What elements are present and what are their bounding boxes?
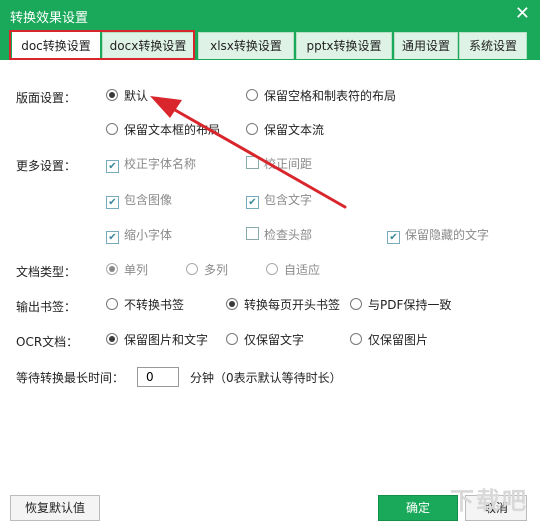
cancel-button[interactable]: 取消 bbox=[465, 495, 527, 521]
close-icon[interactable]: ✕ bbox=[515, 3, 530, 24]
wait-time-input[interactable] bbox=[137, 367, 179, 387]
settings-dialog: 转换效果设置 ✕ doc转换设置 docx转换设置 xlsx转换设置 pptx转… bbox=[0, 0, 540, 530]
shrink-font-checkbox: ✔ 缩小字体 bbox=[106, 227, 172, 244]
check-icon: ✔ bbox=[246, 196, 259, 209]
radio-icon bbox=[266, 263, 278, 275]
checkbox-icon bbox=[246, 156, 259, 169]
dialog-title: 转换效果设置 bbox=[10, 11, 89, 26]
fix-spacing-checkbox: 校正间距 bbox=[246, 156, 312, 172]
tab-docx[interactable]: docx转换设置 bbox=[102, 32, 194, 59]
doc-type-label: 文档类型： bbox=[16, 265, 77, 279]
check-icon: ✔ bbox=[106, 231, 119, 244]
reset-defaults-button[interactable]: 恢复默认值 bbox=[10, 495, 100, 521]
radio-icon bbox=[186, 263, 198, 275]
radio-selected-icon bbox=[106, 333, 118, 345]
wait-time-unit-note: 分钟（0表示默认等待时长） bbox=[190, 371, 342, 385]
bookmarks-pdf-radio[interactable]: 与PDF保持一致 bbox=[350, 297, 451, 313]
radio-selected-icon bbox=[106, 89, 118, 101]
tab-general[interactable]: 通用设置 bbox=[394, 32, 458, 59]
more-settings-label: 更多设置： bbox=[16, 159, 77, 173]
radio-icon bbox=[350, 333, 362, 345]
check-icon: ✔ bbox=[387, 231, 400, 244]
check-icon: ✔ bbox=[106, 160, 119, 173]
ok-button[interactable]: 确定 bbox=[378, 495, 458, 521]
check-icon: ✔ bbox=[106, 196, 119, 209]
radio-icon bbox=[246, 123, 258, 135]
tab-pptx[interactable]: pptx转换设置 bbox=[296, 32, 392, 59]
doc-type-single-radio: 单列 bbox=[106, 262, 148, 278]
include-images-checkbox: ✔ 包含图像 bbox=[106, 192, 172, 209]
radio-selected-icon bbox=[226, 298, 238, 310]
ocr-text-only-radio[interactable]: 仅保留文字 bbox=[226, 332, 304, 348]
ocr-keep-both-radio[interactable]: 保留图片和文字 bbox=[106, 332, 208, 348]
doc-type-multi-radio: 多列 bbox=[186, 262, 228, 278]
checkbox-icon bbox=[246, 227, 259, 240]
tab-xlsx[interactable]: xlsx转换设置 bbox=[198, 32, 294, 59]
ocr-image-only-radio[interactable]: 仅保留图片 bbox=[350, 332, 428, 348]
bookmarks-none-radio[interactable]: 不转换书签 bbox=[106, 297, 184, 313]
radio-icon bbox=[246, 89, 258, 101]
layout-settings-label: 版面设置： bbox=[16, 91, 77, 105]
radio-icon bbox=[350, 298, 362, 310]
radio-icon bbox=[226, 333, 238, 345]
keep-hidden-text-checkbox: ✔ 保留隐藏的文字 bbox=[387, 227, 489, 244]
check-header-checkbox: 检查头部 bbox=[246, 227, 312, 243]
bookmarks-page-start-radio[interactable]: 转换每页开头书签 bbox=[226, 297, 340, 313]
include-text-checkbox: ✔ 包含文字 bbox=[246, 192, 312, 209]
layout-keep-textbox-radio[interactable]: 保留文本框的布局 bbox=[106, 122, 220, 138]
tab-system[interactable]: 系统设置 bbox=[459, 32, 527, 59]
layout-default-radio[interactable]: 默认 bbox=[106, 88, 148, 104]
radio-icon bbox=[106, 298, 118, 310]
layout-keep-textflow-radio[interactable]: 保留文本流 bbox=[246, 122, 324, 138]
wait-time-label: 等待转换最长时间： bbox=[16, 371, 125, 385]
bookmarks-label: 输出书签： bbox=[16, 300, 77, 314]
tab-doc[interactable]: doc转换设置 bbox=[12, 32, 100, 62]
doc-type-auto-radio: 自适应 bbox=[266, 262, 320, 278]
ocr-label: OCR文档： bbox=[16, 335, 79, 349]
fix-font-name-checkbox: ✔ 校正字体名称 bbox=[106, 156, 196, 173]
radio-selected-icon bbox=[106, 263, 118, 275]
radio-icon bbox=[106, 123, 118, 135]
layout-keep-spaces-radio[interactable]: 保留空格和制表符的布局 bbox=[246, 88, 396, 104]
